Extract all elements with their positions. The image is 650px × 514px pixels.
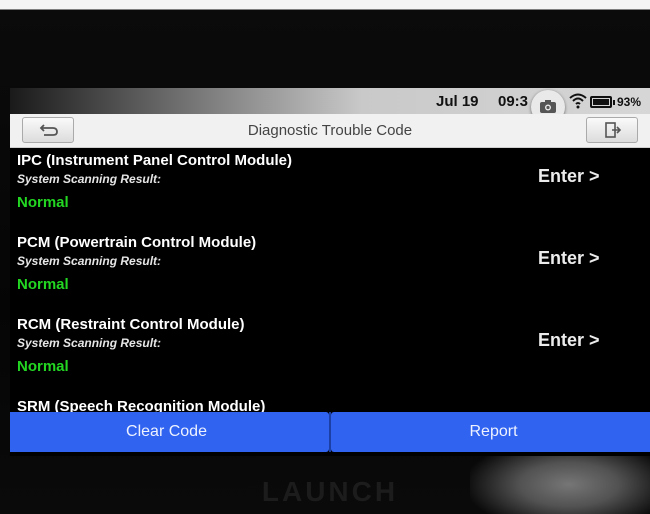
title-bar: Diagnostic Trouble Code	[10, 114, 650, 148]
enter-button[interactable]: Enter >	[538, 166, 600, 187]
camera-icon	[540, 100, 556, 113]
module-name: PCM (Powertrain Control Module)	[17, 234, 257, 251]
back-button[interactable]	[22, 117, 74, 143]
module-name: SRM (Speech Recognition Module)	[17, 398, 266, 412]
back-arrow-icon	[39, 124, 58, 136]
action-bar: Clear Code Report	[10, 412, 650, 452]
battery-level: 93%	[617, 95, 642, 109]
scan-result-status: Normal	[17, 276, 69, 293]
module-list: IPC (Instrument Panel Control Module) Sy…	[10, 148, 650, 412]
module-name: RCM (Restraint Control Module)	[17, 316, 245, 333]
device-screen: Jul 19 09:3 93% Diagnostic Trouble Code …	[10, 88, 650, 456]
enter-button[interactable]: Enter >	[538, 330, 600, 351]
status-time: 09:3	[498, 93, 529, 110]
enter-button[interactable]: Enter >	[538, 248, 600, 269]
module-row-pcm: PCM (Powertrain Control Module) System S…	[10, 230, 650, 312]
wifi-icon	[569, 93, 587, 114]
scan-result-label: System Scanning Result:	[17, 336, 162, 350]
status-date: Jul 19	[436, 93, 479, 110]
clear-code-button[interactable]: Clear Code	[10, 412, 329, 452]
module-row-ipc: IPC (Instrument Panel Control Module) Sy…	[10, 148, 650, 230]
page-title: Diagnostic Trouble Code	[247, 122, 413, 139]
scan-result-label: System Scanning Result:	[17, 172, 162, 186]
brand-logo: LAUNCH	[261, 476, 399, 507]
scan-result-status: Normal	[17, 358, 69, 375]
module-name: IPC (Instrument Panel Control Module)	[17, 152, 293, 169]
device-frame: LAUNCH Jul 19 09:3 93% Diagnostic Troubl…	[0, 0, 650, 514]
module-row-rcm: RCM (Restraint Control Module) System Sc…	[10, 312, 650, 394]
exit-icon	[605, 122, 621, 138]
module-row-srm: SRM (Speech Recognition Module)	[10, 394, 650, 412]
report-button[interactable]: Report	[331, 412, 650, 452]
scan-result-label: System Scanning Result:	[17, 254, 162, 268]
exit-button[interactable]	[586, 117, 638, 143]
status-bar: Jul 19 09:3 93%	[10, 88, 650, 124]
scan-result-status: Normal	[17, 194, 69, 211]
battery-icon	[590, 96, 615, 108]
